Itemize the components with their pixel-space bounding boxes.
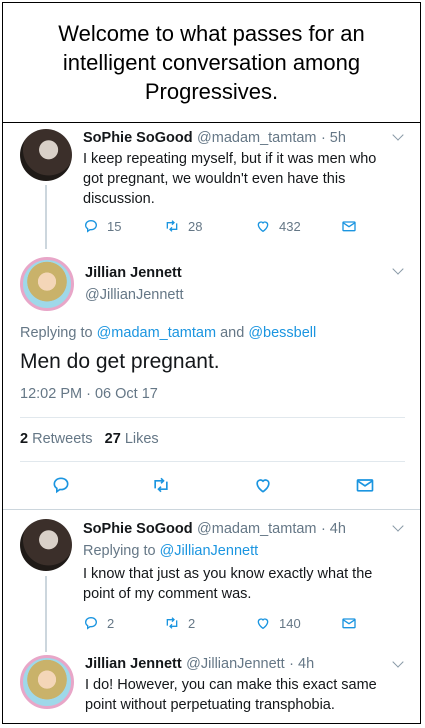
user-handle[interactable]: @JillianJennett [85,287,184,303]
display-name[interactable]: Jillian Jennett [85,265,182,281]
reply-icon [53,477,69,494]
divider [20,461,405,462]
user-handle[interactable]: @JillianJennett [186,656,285,672]
display-name[interactable]: SoPhie SoGood [83,130,193,146]
meme-frame: Welcome to what passes for an intelligen… [2,2,421,724]
thread-line [45,576,47,652]
retweet-count: 28 [188,218,203,234]
like-icon [257,618,269,630]
reply-button[interactable] [51,475,79,495]
retweet-icon [166,617,178,629]
like-count: 140 [279,615,301,631]
caption-line: Progressives. [144,79,279,104]
direct-message-icon [342,618,356,629]
caption: Welcome to what passes for an intelligen… [3,3,420,123]
mention-link[interactable]: @JillianJennett [160,543,259,559]
replying-to: Replying to @madam_tamtam and @bessbell [20,325,316,341]
user-handle[interactable]: @madam_tamtam [197,521,316,537]
retweet-label: Retweets [32,431,93,447]
user-handle[interactable]: @madam_tamtam [197,130,316,146]
tweet-line: I know that just as you know exactly wha… [83,566,373,582]
retweet-icon [166,220,178,232]
replying-label: Replying to [83,543,156,559]
mention-link[interactable]: @bessbell [248,325,316,341]
like-total: 27 [104,431,121,447]
tweet-line: I keep repeating myself, but if it was m… [83,151,377,167]
caption-line: Welcome to what passes for an [58,21,365,46]
chevron-down-icon[interactable] [392,129,404,141]
replying-to: Replying to @JillianJennett [83,543,258,559]
retweets-stat[interactable]: 2 Retweets [20,431,93,447]
tweet-time[interactable]: · 5h [321,130,346,146]
avatar[interactable] [20,519,72,571]
reply-count: 15 [107,218,122,234]
reply-button[interactable]: 2 [83,615,114,631]
divider [3,509,420,510]
retweet-icon [154,477,168,493]
divider [20,417,405,418]
avatar[interactable] [20,257,74,311]
caption-line: intelligent conversation among [62,50,361,75]
mention-link[interactable]: @madam_tamtam [97,325,216,341]
reply-icon [84,219,98,233]
reply-icon [84,616,98,630]
replying-label: Replying to [20,325,93,341]
retweet-button[interactable]: 2 [164,615,195,631]
tweet-line: I do! However, you can make this exact s… [85,677,377,693]
tweet-text: I know that just as you know exactly wha… [83,564,372,604]
like-button[interactable]: 140 [255,615,301,631]
avatar[interactable] [20,655,74,709]
tweet-text: I do! However, you can make this exact s… [85,675,377,715]
like-label: Likes [124,431,159,447]
reply-count: 2 [107,615,115,631]
retweet-button[interactable] [151,475,179,495]
tweet-line: got pregnant, we wouldn't even have this [83,171,346,187]
like-icon [257,221,269,233]
chevron-down-icon[interactable] [392,656,404,668]
tweet-line: point without perpetuating transphobia. [85,697,335,713]
direct-message-icon [356,479,374,492]
direct-message-button[interactable] [341,615,365,631]
reply-button[interactable]: 15 [83,218,121,234]
chevron-down-icon[interactable] [392,520,404,532]
tweet-time[interactable]: · 4h [289,656,314,672]
thread-line [45,185,47,249]
like-button[interactable]: 432 [255,218,301,234]
display-name[interactable]: Jillian Jennett [85,656,182,672]
replying-conjunction: and [220,325,245,341]
display-name[interactable]: SoPhie SoGood [83,521,193,537]
tweet-timestamp[interactable]: 12:02 PM · 06 Oct 17 [20,386,158,402]
tweet-time[interactable]: · 4h [321,521,346,537]
likes-stat[interactable]: 27 Likes [105,431,159,447]
direct-message-button[interactable] [355,475,383,495]
direct-message-button[interactable] [341,218,365,234]
tweet-text: Men do get pregnant. [20,350,220,373]
chevron-down-icon[interactable] [392,263,404,275]
like-button[interactable] [253,475,281,495]
like-count: 432 [279,218,301,234]
retweet-button[interactable]: 28 [164,218,202,234]
engagement-stats: 2 Retweets 27 Likes [20,431,159,447]
like-icon [256,479,270,493]
avatar[interactable] [20,129,72,181]
retweet-count: 2 [188,615,196,631]
tweet-line: discussion. [83,191,155,207]
tweet-text: I keep repeating myself, but if it was m… [83,149,376,209]
direct-message-icon [342,221,356,232]
retweet-total: 2 [20,431,29,447]
tweet-line: point of my comment was. [83,586,252,602]
